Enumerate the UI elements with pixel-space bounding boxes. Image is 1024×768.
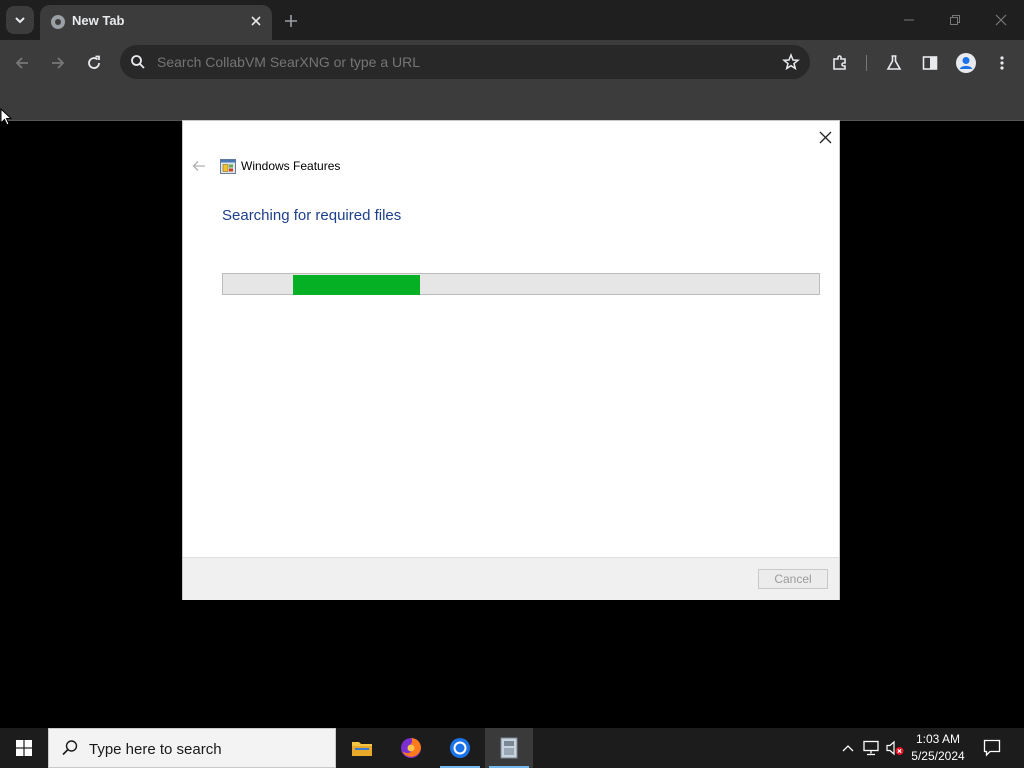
- dialog-footer: Cancel: [183, 557, 839, 600]
- toolbar-divider: [866, 55, 867, 71]
- avatar-icon: [956, 53, 976, 73]
- network-tray-button[interactable]: [861, 738, 881, 758]
- close-icon: [995, 14, 1007, 26]
- mouse-cursor-icon: [0, 108, 12, 126]
- close-icon: [251, 16, 261, 26]
- notification-icon: [983, 739, 1001, 757]
- folder-icon: [352, 742, 372, 756]
- chevron-up-icon: [842, 745, 854, 752]
- cancel-button[interactable]: Cancel: [758, 569, 828, 589]
- close-icon: [819, 131, 831, 143]
- windows-features-icon: [220, 159, 236, 174]
- extensions-button[interactable]: [827, 50, 853, 76]
- side-panel-button[interactable]: [917, 50, 943, 76]
- new-tab-button[interactable]: [280, 10, 302, 32]
- bookmarks-bar: [0, 85, 1024, 121]
- dialog-app-title: Windows Features: [241, 159, 341, 173]
- arrow-left-icon: [192, 161, 205, 171]
- globe-icon: [51, 15, 65, 29]
- taskbar-search-box[interactable]: Type here to search: [48, 728, 336, 768]
- chrome-icon: [450, 738, 470, 758]
- tab-search-button[interactable]: [6, 6, 34, 34]
- omnibox-input[interactable]: [157, 54, 757, 70]
- arrow-left-icon: [15, 57, 28, 69]
- progress-bar-fill: [293, 275, 420, 295]
- dialog-heading: Searching for required files: [222, 207, 402, 224]
- back-button[interactable]: [9, 50, 35, 76]
- reload-button[interactable]: [81, 50, 107, 76]
- minimize-icon: [904, 19, 914, 21]
- taskbar-clock[interactable]: 1:03 AM 5/25/2024: [900, 731, 976, 765]
- dialog-close-button[interactable]: [815, 127, 835, 147]
- puzzle-icon: [833, 55, 846, 70]
- taskbar-firefox[interactable]: [387, 728, 435, 768]
- close-window-button[interactable]: [988, 8, 1014, 32]
- start-button[interactable]: [0, 728, 48, 768]
- browser-toolbar: [0, 40, 1024, 85]
- clock-date: 5/25/2024: [911, 749, 965, 763]
- tab-title: New Tab: [72, 13, 125, 28]
- notification-center-button[interactable]: [980, 736, 1004, 760]
- side-panel-icon: [922, 56, 938, 70]
- labs-button[interactable]: [881, 50, 907, 76]
- browser-tab[interactable]: New Tab: [40, 5, 272, 40]
- taskbar: Type here to search 1:03 AM 5/25/2024: [0, 728, 1024, 768]
- flask-icon: [886, 55, 902, 70]
- minimize-button[interactable]: [896, 8, 922, 32]
- star-icon[interactable]: [782, 53, 800, 71]
- search-icon: [62, 740, 78, 756]
- restore-button[interactable]: [942, 8, 968, 32]
- search-icon: [131, 55, 145, 69]
- reload-icon: [88, 55, 100, 69]
- taskbar-windows-features[interactable]: [485, 728, 533, 768]
- menu-button[interactable]: [989, 50, 1015, 76]
- omnibox[interactable]: [120, 45, 810, 79]
- tab-close-button[interactable]: [248, 13, 264, 29]
- network-icon: [863, 740, 879, 756]
- firefox-icon: [401, 738, 421, 758]
- taskbar-search-placeholder: Type here to search: [89, 741, 222, 758]
- taskbar-file-explorer[interactable]: [338, 728, 386, 768]
- windows-features-dialog: Windows Features Searching for required …: [182, 120, 840, 600]
- dialog-back-button[interactable]: [191, 158, 207, 174]
- profile-button[interactable]: [953, 50, 979, 76]
- forward-button[interactable]: [45, 50, 71, 76]
- chevron-down-icon: [15, 17, 25, 24]
- clock-time: 1:03 AM: [915, 732, 961, 746]
- arrow-right-icon: [52, 57, 65, 69]
- windows-features-icon: [500, 737, 518, 759]
- windows-logo-icon: [16, 740, 32, 756]
- taskbar-chrome[interactable]: [436, 728, 484, 768]
- browser-titlebar: New Tab: [0, 0, 1024, 40]
- plus-icon: [285, 15, 297, 27]
- more-vert-icon: [1000, 56, 1004, 70]
- restore-icon: [950, 15, 960, 25]
- progress-bar: [222, 273, 820, 295]
- show-hidden-icons-button[interactable]: [838, 738, 858, 758]
